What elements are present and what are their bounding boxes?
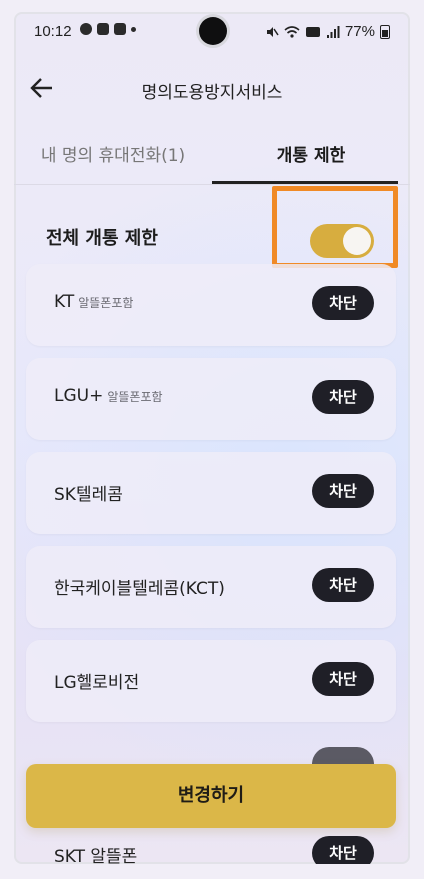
highlight-annotation-box (272, 186, 398, 268)
chat-icon (80, 23, 92, 35)
gallery-icon (97, 23, 109, 35)
page-title: 명의도용방지서비스 (141, 83, 283, 103)
battery-icon (380, 24, 390, 39)
notification-icons (80, 23, 136, 35)
status-time: 10:12 (34, 23, 72, 40)
tab-divider (14, 184, 410, 185)
carrier-name: SK텔레콤 (54, 485, 123, 505)
phone-screen: 10:12 77% 명의도용방지서비스 내 명의 휴대전화(1) 개통 제한 전… (14, 12, 410, 864)
wifi-icon (284, 25, 300, 38)
block-button-kct[interactable]: 차단 (312, 568, 374, 602)
carrier-card-kt: KT 알뜰폰포함 차단 (26, 264, 396, 346)
block-button-kt[interactable]: 차단 (312, 286, 374, 320)
carrier-note: 알뜰폰포함 (107, 390, 163, 404)
mail-icon (114, 23, 126, 35)
carrier-name: SKT 알뜰폰 (54, 847, 138, 864)
app-header: 명의도용방지서비스 (14, 62, 410, 118)
volte-icon (305, 26, 320, 37)
mute-icon (266, 26, 279, 37)
battery-percentage: 77% (344, 23, 375, 40)
tab-my-phones[interactable]: 내 명의 휴대전화(1) (14, 130, 212, 182)
block-button-lgu[interactable]: 차단 (312, 380, 374, 414)
system-icons: 77% (265, 23, 390, 40)
status-bar: 10:12 77% (14, 12, 410, 52)
apply-changes-button[interactable]: 변경하기 (26, 764, 396, 828)
carrier-name: LG헬로비전 (54, 673, 140, 693)
carrier-name: KT 알뜰폰포함 (54, 292, 134, 312)
block-button-partial[interactable]: 차단 (312, 836, 374, 864)
block-button-skt[interactable]: 차단 (312, 474, 374, 508)
dot-icon (131, 27, 136, 32)
signal-icon (326, 25, 340, 38)
all-restriction-label: 전체 개통 제한 (46, 228, 158, 249)
carrier-name: LGU+ 알뜰폰포함 (54, 386, 163, 406)
carrier-card-kct: 한국케이블텔레콤(KCT) 차단 (26, 546, 396, 628)
carrier-note: 알뜰폰포함 (78, 296, 134, 310)
carrier-name: 한국케이블텔레콤(KCT) (54, 579, 225, 599)
carrier-row-partial: SKT 알뜰폰 차단 (14, 832, 410, 864)
tab-bar: 내 명의 휴대전화(1) 개통 제한 (14, 130, 410, 186)
block-button-lg-hellovision[interactable]: 차단 (312, 662, 374, 696)
carrier-card-lgu: LGU+ 알뜰폰포함 차단 (26, 358, 396, 440)
carrier-card-lg-hellovision: LG헬로비전 차단 (26, 640, 396, 722)
carrier-card-skt: SK텔레콤 차단 (26, 452, 396, 534)
tab-activation-restriction[interactable]: 개통 제한 (212, 130, 410, 182)
camera-cutout (199, 17, 227, 45)
